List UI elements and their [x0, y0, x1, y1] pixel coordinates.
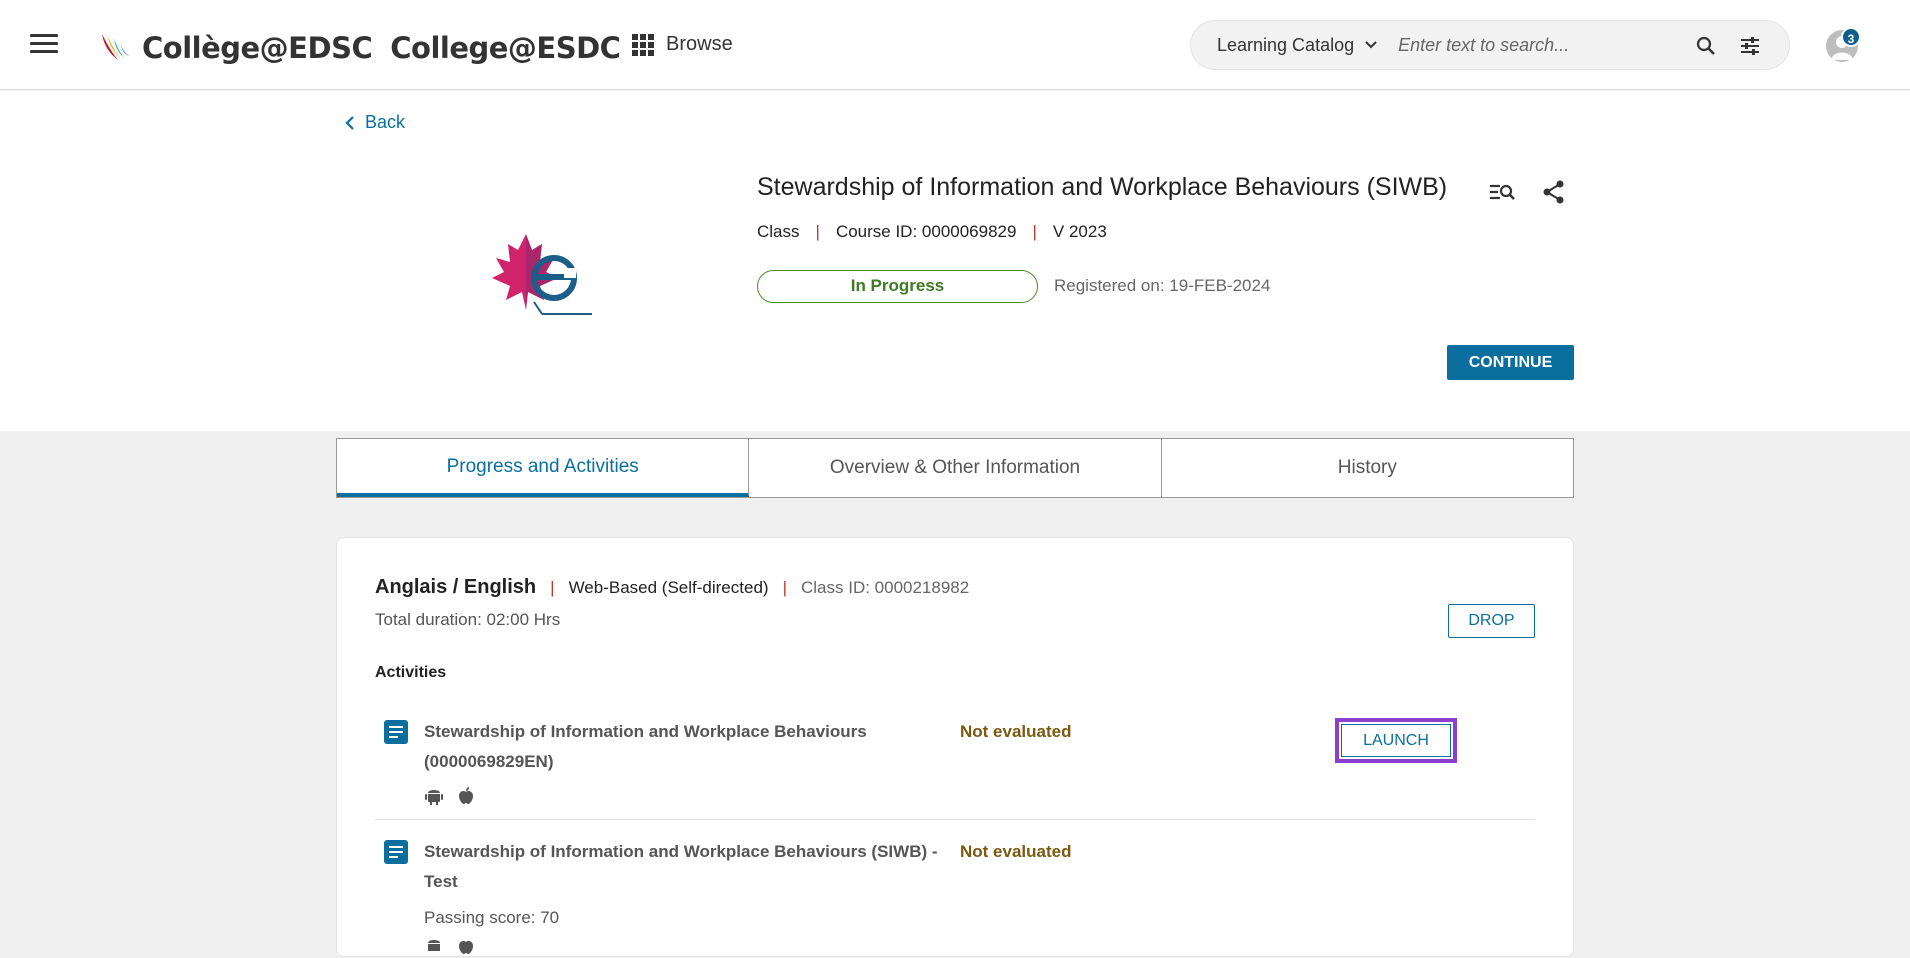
total-duration: Total duration: 02:00 Hrs — [375, 610, 561, 629]
tab-progress-and-activities[interactable]: Progress and Activities — [337, 439, 750, 497]
brand-name-english: College@ESDC — [390, 31, 621, 65]
apps-grid-icon — [632, 33, 654, 56]
course-meta: Class | Course ID: 0000069829 | V 2023 — [757, 222, 1107, 242]
class-language: Anglais / English — [375, 576, 537, 598]
launch-button-highlight: LAUNCH — [1335, 718, 1457, 763]
activity-title[interactable]: Stewardship of Information and Workplace… — [424, 717, 944, 777]
search-bar: Learning Catalog — [1190, 20, 1790, 70]
menu-icon[interactable] — [30, 34, 58, 54]
course-logo-image — [492, 234, 592, 315]
course-tabs: Progress and Activities Overview & Other… — [336, 438, 1574, 498]
class-id: Class ID: 0000218982 — [800, 577, 970, 597]
activity-title[interactable]: Stewardship of Information and Workplace… — [424, 837, 944, 897]
filter-sliders-icon[interactable] — [1739, 35, 1761, 57]
catalog-dropdown[interactable]: Learning Catalog — [1191, 21, 1378, 69]
separator: | — [815, 222, 820, 241]
platform-icons — [424, 936, 476, 956]
chevron-down-icon — [1365, 41, 1377, 49]
tab-overview[interactable]: Overview & Other Information — [749, 439, 1162, 497]
android-icon — [428, 940, 440, 951]
class-card: Anglais / English | Web-Based (Self-dire… — [336, 537, 1574, 957]
activity-status: Not evaluated — [960, 842, 1072, 861]
share-icon[interactable] — [1540, 178, 1568, 206]
separator: | — [782, 577, 787, 597]
apple-icon — [459, 941, 473, 954]
continue-button[interactable]: CONTINUE — [1447, 345, 1574, 380]
activity-status: Not evaluated — [960, 722, 1072, 741]
activity-item: Stewardship of Information and Workplace… — [375, 828, 1535, 958]
separator: | — [1032, 222, 1037, 241]
brand-name-french: Collège@EDSC — [142, 31, 373, 65]
apple-icon — [459, 787, 473, 804]
separator: | — [550, 577, 555, 597]
course-title: Stewardship of Information and Workplace… — [757, 173, 1448, 201]
course-id: Course ID: 0000069829 — [835, 222, 1017, 241]
college-logo-icon — [102, 34, 129, 60]
drop-button[interactable]: DROP — [1448, 604, 1535, 638]
document-icon — [384, 720, 408, 744]
course-version: V 2023 — [1052, 222, 1107, 241]
tab-history[interactable]: History — [1162, 439, 1573, 497]
search-list-icon[interactable] — [1488, 178, 1516, 206]
launch-button[interactable]: LAUNCH — [1341, 724, 1451, 757]
course-title-actions — [1488, 178, 1568, 206]
brand-logo[interactable]: Collège@EDSC College@ESDC — [96, 26, 621, 70]
class-info-row: Anglais / English | Web-Based (Self-dire… — [375, 576, 969, 599]
activity-item: Stewardship of Information and Workplace… — [375, 708, 1535, 820]
activities-heading: Activities — [375, 664, 447, 681]
passing-score: Passing score: 70 — [424, 908, 560, 927]
document-icon — [384, 840, 408, 864]
course-type: Class — [757, 222, 800, 241]
browse-button[interactable]: Browse — [632, 33, 733, 56]
catalog-dropdown-label: Learning Catalog — [1217, 34, 1355, 55]
search-icon[interactable] — [1695, 35, 1717, 57]
android-icon — [425, 790, 443, 805]
browse-label: Browse — [666, 33, 733, 55]
back-link[interactable]: Back — [345, 112, 405, 133]
chevron-left-icon — [345, 115, 354, 130]
search-input[interactable] — [1398, 34, 1689, 56]
notification-badge: 3 — [1841, 27, 1861, 47]
back-label: Back — [365, 112, 406, 132]
class-delivery-type: Web-Based (Self-directed) — [568, 577, 769, 597]
course-header — [0, 91, 1910, 431]
registration-date: Registered on: 19-FEB-2024 — [1054, 276, 1271, 295]
status-badge: In Progress — [757, 270, 1038, 303]
platform-icons — [424, 786, 476, 806]
top-navigation-bar: Collège@EDSC College@ESDC Browse Learning… — [0, 0, 1910, 90]
